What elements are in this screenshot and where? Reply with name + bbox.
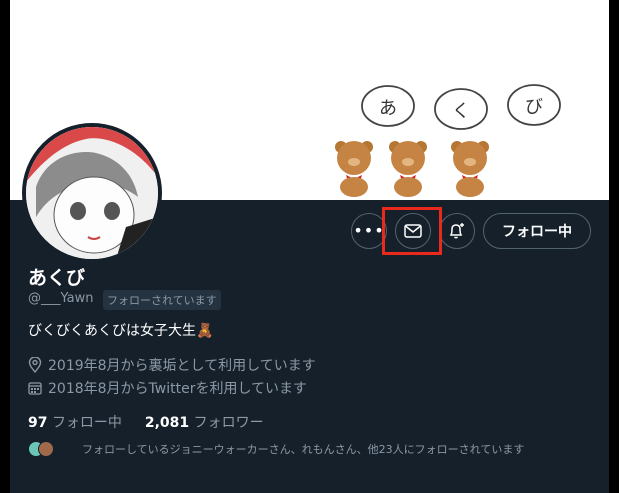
avatar[interactable] <box>22 123 162 263</box>
more-icon: ••• <box>353 221 385 240</box>
bear-1 <box>335 141 373 197</box>
followers-label: フォロワー <box>193 415 264 431</box>
bubble-char-ku: く <box>452 101 470 122</box>
bear-2 <box>389 141 427 197</box>
profile-page: あ く び ••• フォロー中 あくび @___Yawn フォローされています … <box>0 0 619 493</box>
followed-by-row[interactable]: フォローしているジョニーウォーカーさん、れもんさん、他23人にフォローされていま… <box>28 441 524 457</box>
following-link[interactable]: 97 フォロー中 <box>28 415 122 431</box>
joined-text: 2018年8月からTwitterを利用しています <box>48 381 308 397</box>
username-handle: @___Yawn <box>28 291 94 306</box>
bear-3 <box>451 141 489 197</box>
calendar-icon <box>28 382 42 395</box>
following-button[interactable]: フォロー中 <box>483 213 591 249</box>
teddy-bear-icon: 🧸 <box>196 323 214 339</box>
follower-avatars <box>28 441 54 457</box>
avatar-illustration <box>26 127 158 259</box>
followed-by-text: フォローしているジョニーウォーカーさん、れもんさん、他23人にフォローされていま… <box>82 443 525 456</box>
highlight-box <box>382 207 442 255</box>
follower-avatar <box>38 441 54 457</box>
following-count: 97 <box>28 415 48 431</box>
followers-link[interactable]: 2,081 フォロワー <box>145 415 264 431</box>
display-name: あくび <box>28 267 86 289</box>
bell-plus-icon <box>449 223 464 239</box>
follow-stats: 97 フォロー中 2,081 フォロワー <box>28 412 264 432</box>
location-text: 2019年8月から裏垢として利用しています <box>48 358 316 374</box>
followers-count: 2,081 <box>144 415 190 431</box>
bio-text: びくびくあくびは女子大生 <box>28 323 196 339</box>
follows-you-badge: フォローされています <box>103 290 221 310</box>
bio: びくびくあくびは女子大生🧸 <box>28 320 213 340</box>
location-row: 2019年8月から裏垢として利用しています <box>28 355 316 375</box>
joined-row: 2018年8月からTwitterを利用しています <box>28 378 307 398</box>
bubble-char-bi: び <box>525 97 543 118</box>
following-label: フォロー中 <box>51 415 122 431</box>
location-pin-icon <box>28 357 42 373</box>
notify-button[interactable] <box>439 213 475 249</box>
bubble-char-a: あ <box>379 98 397 119</box>
